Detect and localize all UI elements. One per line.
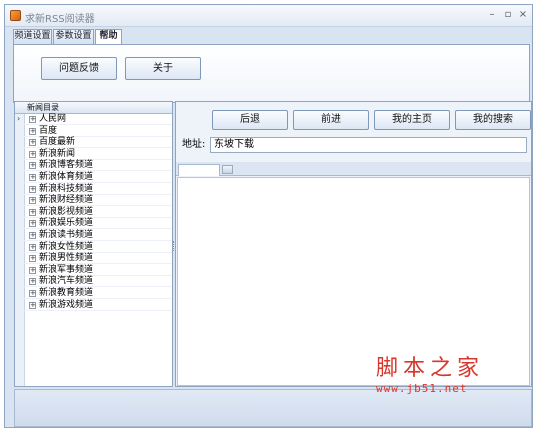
tree-row[interactable]: + 新浪女性频道 [15,242,172,253]
tree-row[interactable]: + 新浪汽车频道 [15,276,172,288]
address-input[interactable]: 东坡下载 [210,137,527,153]
feedback-button[interactable]: 问题反馈 [41,57,117,80]
close-button[interactable]: × [516,8,530,22]
tree-row-label: 人民网 [39,114,67,124]
tree-row[interactable]: + 百度最新 [15,137,172,149]
search-button[interactable]: 我的搜索 [455,110,531,130]
expand-icon[interactable]: + [29,150,36,158]
watermark-main: 脚本之家 [376,356,485,381]
tree-row[interactable]: + 新浪财经频道 [15,195,172,207]
about-button[interactable]: 关于 [125,57,201,80]
expand-icon[interactable]: + [29,208,36,216]
expand-icon[interactable]: + [29,174,36,181]
tree-row[interactable]: + 新浪娱乐频道 [15,218,172,230]
tree-row-label: 百度 [39,125,58,136]
tree-row-label: 新浪男性频道 [39,253,94,264]
expand-icon[interactable]: + [29,290,36,297]
row-indicator-icon: › [17,114,21,123]
tree-row-label: 新浪体育频道 [39,172,94,182]
tree-row[interactable]: + 新浪影视频道 [15,207,172,218]
tree-row-label: 新浪游戏频道 [39,299,94,310]
minimize-button[interactable]: – [485,8,499,22]
expand-icon[interactable]: + [29,301,36,309]
tree-row-label: 新浪教育频道 [39,288,94,298]
browser-tab-close-button[interactable] [222,165,233,174]
tree-row-label: 新浪博客频道 [39,160,94,171]
tree-row[interactable]: › + 人民网 [15,114,172,125]
expand-icon[interactable]: + [29,266,36,274]
tree-row-label: 新浪读书频道 [39,230,94,240]
tree-row-label: 新浪财经频道 [39,195,94,206]
tree-row-label: 新浪军事频道 [39,264,94,275]
back-button[interactable]: 后退 [212,110,288,130]
browser-content-area[interactable] [177,177,530,386]
browser-panel: 后退 前进 我的主页 我的搜索 地址: 东坡下载 [175,101,532,387]
expand-icon[interactable]: + [29,197,36,205]
tree-row-label: 新浪汽车频道 [39,276,94,287]
tree-row-label: 新浪娱乐频道 [39,218,94,229]
tree-row[interactable]: + 新浪博客频道 [15,160,172,172]
tab-help[interactable]: 帮助 [95,29,122,45]
tree-row[interactable]: + 新浪新闻 [15,149,172,160]
tree-row[interactable]: + 新浪男性频道 [15,253,172,265]
home-button[interactable]: 我的主页 [374,110,450,130]
watermark: 脚本之家 www.jb51.net [376,356,484,395]
app-icon [10,10,21,21]
expand-icon[interactable]: + [29,255,36,263]
expand-icon[interactable]: + [29,185,36,193]
tab-channel-settings[interactable]: 频道设置 [13,29,52,44]
watermark-url: www.jb51.net [376,382,468,395]
expand-icon[interactable]: + [29,139,36,147]
tree-row[interactable]: + 新浪科技频道 [15,184,172,195]
tree-row[interactable]: + 新浪读书频道 [15,230,172,241]
expand-icon[interactable]: + [29,127,36,135]
tree-row[interactable]: + 百度 [15,126,172,137]
expand-icon[interactable]: + [29,220,36,228]
maximize-button[interactable]: ▫ [501,8,515,22]
window-title: 求新RSS阅读器 [25,14,95,25]
tree-row-label: 新浪女性频道 [39,241,94,252]
news-directory-tree: 新闻目录 › + 人民网 + 百度 + 百度最新 + 新浪新闻 + 新浪博客频道 + 新浪体育频道 + 新浪… [14,101,173,387]
browser-tab-bar [176,162,531,176]
tree-row[interactable]: + 新浪体育频道 [15,172,172,183]
tree-row-label: 百度最新 [39,137,76,148]
expand-icon[interactable]: + [29,116,36,123]
title-bar: 求新RSS阅读器 – ▫ × [5,5,532,27]
tree-row-label: 新浪影视频道 [39,206,94,217]
expand-icon[interactable]: + [29,278,36,286]
tree-row-label: 新浪科技频道 [39,183,94,194]
tree-row-label: 新浪新闻 [39,148,76,159]
tree-row[interactable]: + 新浪教育频道 [15,288,172,299]
expand-icon[interactable]: + [29,232,36,239]
browser-tab[interactable] [178,164,220,176]
tab-parameter-settings[interactable]: 参数设置 [53,29,94,44]
tree-row[interactable]: + 新浪军事频道 [15,265,172,276]
forward-button[interactable]: 前进 [293,110,369,130]
expand-icon[interactable]: + [29,243,36,251]
help-tab-panel: 问题反馈 关于 [13,44,530,103]
address-label: 地址: [182,139,206,150]
expand-icon[interactable]: + [29,162,36,170]
tree-row[interactable]: + 新浪游戏频道 [15,300,172,311]
